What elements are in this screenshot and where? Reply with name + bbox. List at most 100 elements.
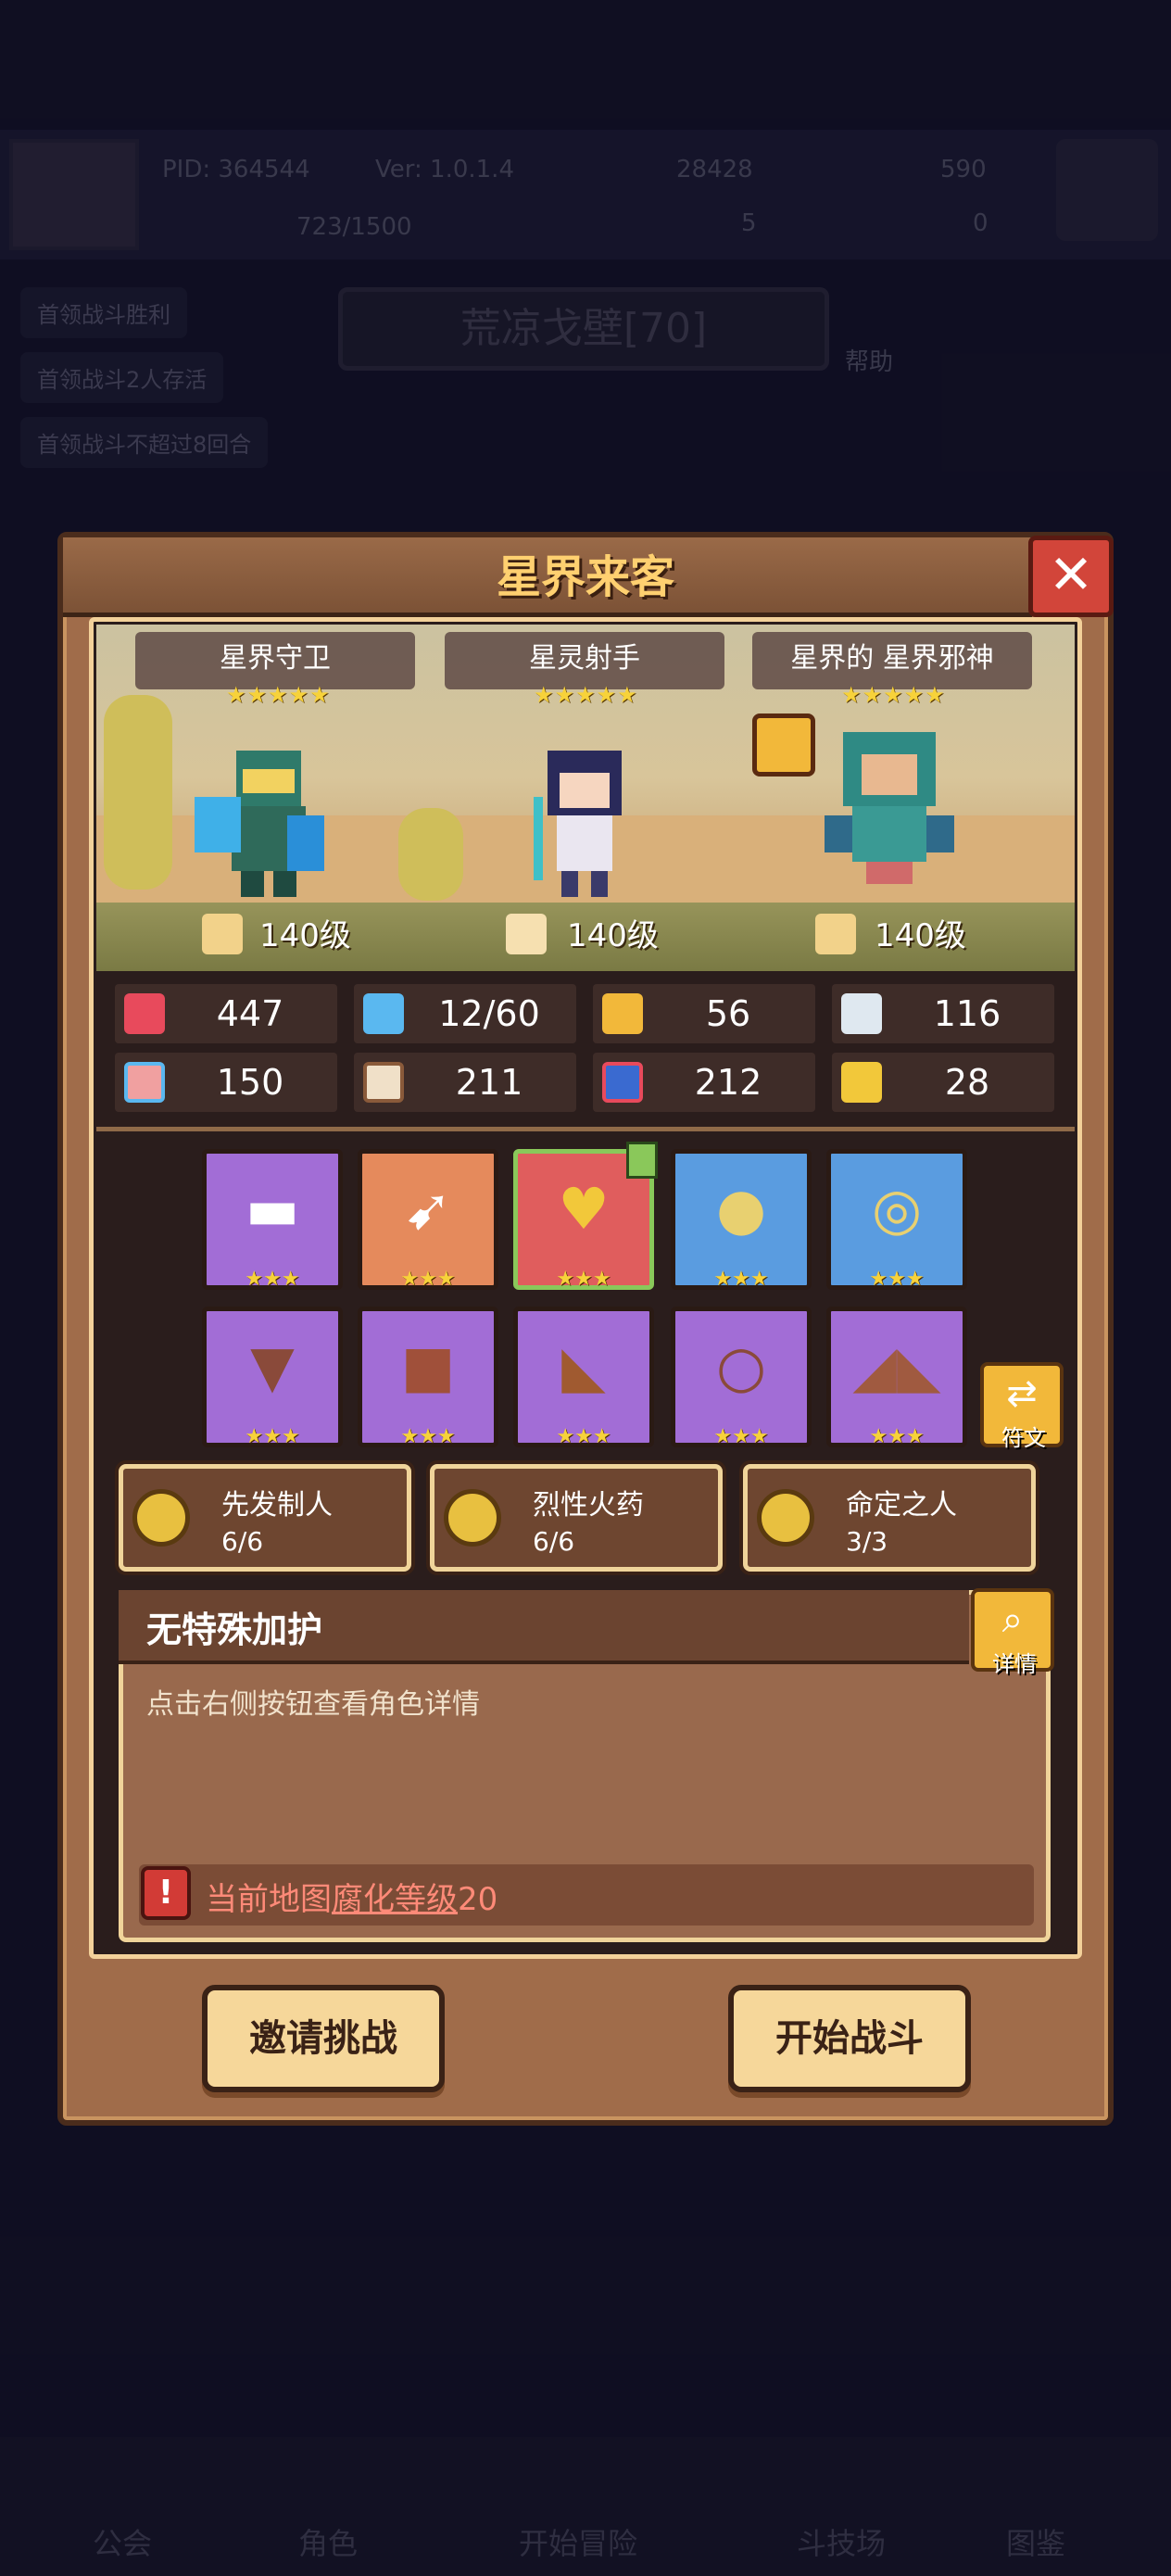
equip-slot-ring[interactable]: ◎ ★★★ [826, 1149, 967, 1291]
set-bonus-3[interactable]: 命定之人 3/3 [743, 1464, 1036, 1572]
equip-slot-armor[interactable]: ■ ★★★ [358, 1307, 498, 1448]
archer-sprite-icon [534, 751, 622, 897]
fist-icon [124, 1062, 165, 1103]
hero-stars-1: ★★★★★ [226, 682, 331, 708]
close-button[interactable]: ✕ [1028, 536, 1114, 617]
set-name: 命定之人 [846, 1489, 957, 1522]
ring-icon: ◎ [871, 1175, 923, 1243]
warning-text: 当前地图腐化等级20 [206, 1874, 497, 1919]
divider [96, 1127, 1075, 1131]
stat-defense: 56 [593, 984, 815, 1043]
equip-slot-boot[interactable]: ◣ ★★★ [513, 1307, 654, 1448]
cape-icon: ▼ [250, 1332, 295, 1400]
mana-drop-icon [363, 993, 404, 1034]
hero-sprite-archer[interactable] [515, 741, 654, 899]
rune-label: 符文 [1001, 1425, 1046, 1451]
pid-text: PID: 364544 [162, 156, 310, 183]
stat-value: 150 [216, 1062, 284, 1103]
hero-level-2: 140级 [567, 917, 659, 954]
set-bonus-2[interactable]: 烈性火药 6/6 [430, 1464, 723, 1572]
top-hud [0, 130, 1171, 259]
equip-slot-boots[interactable]: ◢◣ ★★★ [826, 1307, 967, 1448]
stat-speed: 116 [832, 984, 1054, 1043]
magnifier-icon: ⌕ [1001, 1598, 1024, 1641]
staff-class-icon [815, 914, 856, 954]
equip-stars: ★★★ [400, 1425, 456, 1448]
hero-name-1: 星界守卫 [135, 632, 415, 689]
equip-stars: ★★★ [713, 1268, 769, 1291]
set-count: 6/6 [533, 1526, 575, 1557]
stat-mana: 12/60 [354, 984, 576, 1043]
hero-sprite-deity[interactable] [806, 713, 973, 890]
warning-icon: ! [141, 1866, 191, 1920]
shield-icon [602, 993, 643, 1034]
guardian-sprite-icon [195, 751, 324, 897]
stat-value: 212 [694, 1062, 762, 1103]
coin-icon: ● [715, 1175, 767, 1243]
stat-magic: 211 [354, 1053, 576, 1112]
bow-class-icon [506, 914, 547, 954]
deity-sprite-icon [825, 732, 954, 884]
set-bonus-1[interactable]: 先发制人 6/6 [119, 1464, 411, 1572]
potion-icon [602, 1062, 643, 1103]
set-name: 先发制人 [221, 1489, 333, 1522]
nav-character: 角色 [298, 2526, 359, 2561]
equip-stars: ★★★ [869, 1425, 925, 1448]
stat-resist: 212 [593, 1053, 815, 1112]
hero-name-3: 星界的 星界邪神 [752, 632, 1032, 689]
gem-count: 590 [940, 156, 987, 183]
quest-item: 首领战斗不超过8回合 [20, 417, 269, 468]
equip-slot-coin[interactable]: ● ★★★ [671, 1149, 812, 1291]
quest-item: 首领战斗胜利 [20, 287, 187, 338]
cactus-icon [104, 695, 172, 890]
cactus-icon [398, 808, 463, 901]
book-icon [363, 1062, 404, 1103]
swap-icon: ⇄ [1006, 1372, 1038, 1415]
start-battle-button[interactable]: 开始战斗 [728, 1985, 971, 2092]
stat-value: 211 [455, 1062, 523, 1103]
quest-item: 首领战斗2人存活 [20, 352, 224, 403]
nav-guild: 公会 [93, 2526, 153, 2561]
count-b: 0 [973, 209, 988, 237]
set-count: 6/6 [221, 1526, 264, 1557]
equip-slot-cape[interactable]: ▼ ★★★ [202, 1307, 343, 1448]
detail-label: 详情 [992, 1651, 1037, 1677]
heart-icon [124, 993, 165, 1034]
gold-count: 28428 [676, 156, 753, 183]
hero-name-2: 星灵射手 [445, 632, 724, 689]
wing-icon [841, 993, 882, 1034]
stat-value: 116 [933, 993, 1001, 1034]
hero-stars-2: ★★★★★ [534, 682, 638, 708]
armor-icon: ■ [400, 1332, 456, 1400]
upgrade-arrow-icon [626, 1142, 658, 1179]
count-a: 5 [741, 209, 757, 237]
set-coin-icon [444, 1489, 501, 1547]
equip-slot-gun[interactable]: ▬ ★★★ [202, 1149, 343, 1291]
exp-text: 723/1500 [296, 213, 412, 241]
boots-icon: ◢◣ [852, 1332, 941, 1400]
corruption-level-value: 20 [458, 1881, 498, 1918]
nav-codex: 图鉴 [1006, 2526, 1066, 2561]
player-avatar [9, 139, 139, 250]
arrow-icon: ➹ [404, 1175, 452, 1243]
equip-stars: ★★★ [869, 1268, 925, 1291]
equip-stars: ★★★ [556, 1268, 611, 1291]
equip-stars: ★★★ [556, 1425, 611, 1448]
hero-sprite-guardian[interactable] [185, 732, 343, 899]
area-title: 荒凉戈壁[70] [338, 287, 829, 371]
sword-class-icon [202, 914, 243, 954]
gun-icon: ▬ [245, 1175, 300, 1243]
set-coin-icon [132, 1489, 190, 1547]
version-text: Ver: 1.0.1.4 [375, 156, 514, 183]
equip-stars: ★★★ [245, 1425, 300, 1448]
equip-slot-arrow[interactable]: ➹ ★★★ [358, 1149, 498, 1291]
equip-slot-belt[interactable]: ○ ★★★ [671, 1307, 812, 1448]
corruption-level-link[interactable]: 腐化等级 [332, 1881, 458, 1918]
horseshoe-icon [841, 1062, 882, 1103]
leader-badge-icon [752, 713, 815, 777]
equip-stars: ★★★ [400, 1268, 456, 1291]
warning-prefix: 当前地图 [206, 1881, 332, 1918]
stat-hp: 447 [115, 984, 337, 1043]
invite-challenge-button[interactable]: 邀请挑战 [202, 1985, 445, 2092]
nav-adventure: 开始冒险 [519, 2526, 638, 2561]
